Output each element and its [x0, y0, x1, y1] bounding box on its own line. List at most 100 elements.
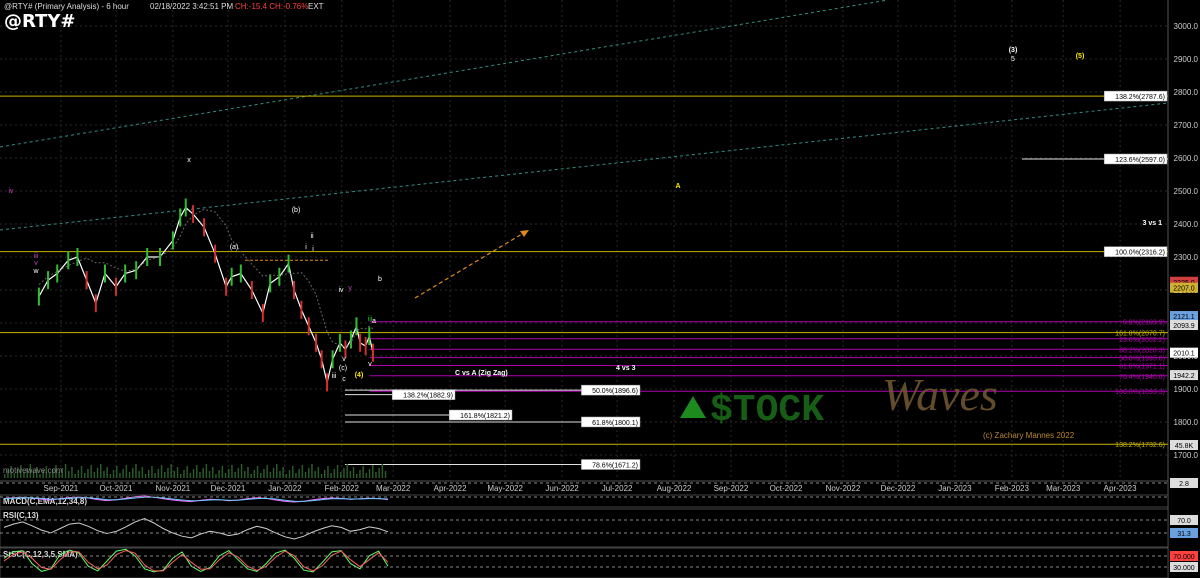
- volume-bar: [228, 469, 230, 478]
- volume-bar: [256, 466, 259, 478]
- volume-bar: [186, 466, 188, 478]
- volume-bar: [164, 472, 166, 478]
- volume-bar: [68, 471, 70, 478]
- header-datetime: 02/18/2022 3:42:51 PM: [150, 2, 234, 11]
- note-4-vs-3: 4 vs 3: [616, 365, 636, 372]
- volume-bar: [240, 464, 243, 478]
- volume-bar: [244, 471, 246, 478]
- volume-bar: [84, 473, 86, 478]
- volume-bar: [192, 469, 195, 478]
- x-tick-label: Mar-2023: [1046, 484, 1081, 493]
- header-session: EXT: [308, 2, 324, 11]
- volume-bar: [298, 469, 300, 478]
- wave-label: iii: [368, 316, 373, 323]
- x-tick-label: Dec-2022: [881, 484, 916, 493]
- volume-bar: [116, 466, 118, 478]
- volume-bar: [336, 465, 339, 478]
- volume-bar: [224, 473, 227, 478]
- x-tick-label: May-2022: [487, 484, 523, 493]
- fib-magenta-3-label: 50.0%(1995.0): [1119, 356, 1165, 363]
- fib-magenta-4-label: 61.8%(1971.1): [1119, 364, 1165, 371]
- volume-bar: [64, 464, 67, 478]
- wave-label: v: [368, 361, 372, 368]
- x-tick-label: Aug-2022: [657, 484, 692, 493]
- wave-label: (4): [355, 372, 364, 379]
- x-tick-label: Feb-2022: [325, 484, 360, 493]
- price-tag: 2010.1: [1173, 351, 1195, 358]
- note-c-vs-a: C vs A (Zig Zag): [455, 370, 508, 377]
- fib-magenta-6-label: 100.0%(1893.3): [1115, 389, 1165, 396]
- volume-bar: [304, 472, 307, 478]
- volume-bar: [368, 469, 371, 478]
- volume-bar: [170, 464, 172, 478]
- volume-bar: [90, 465, 92, 478]
- volume-bar: [333, 469, 336, 478]
- symbol-label: @RTY#: [4, 11, 75, 32]
- volume-bar: [77, 470, 80, 478]
- volume-bar: [173, 471, 176, 478]
- fib-magenta-0-label: 0.0%(2103.9): [1123, 320, 1165, 327]
- volume-bar: [96, 468, 99, 478]
- volume-bar: [212, 467, 214, 478]
- x-tick-label: Oct-2021: [100, 484, 133, 493]
- brand-copyright: (c) Zachary Mannes 2022: [983, 431, 1075, 440]
- fib-white-1618-label: 161.8%(1821.2): [460, 413, 510, 420]
- volume-bar: [272, 468, 275, 478]
- fib-magenta-2-label: 38.2%(2020.3): [1119, 347, 1165, 354]
- wave-label: c: [342, 376, 346, 383]
- fib-yellow-1382-top-label: 138.2%(2787.6): [1115, 94, 1165, 101]
- fib-magenta-1-label: 23.6%(2052.2): [1119, 337, 1165, 344]
- wave-label: w: [32, 268, 39, 275]
- brand-stock: $TOCK: [710, 389, 824, 432]
- wave-label: b: [378, 276, 382, 283]
- volume-bar: [349, 471, 352, 478]
- volume-bar: [327, 466, 329, 478]
- volume-bar: [144, 474, 147, 478]
- chart-canvas[interactable]: 1700.01800.01900.02000.02100.02200.02300…: [0, 0, 1200, 578]
- volume-bar: [231, 465, 233, 478]
- volume-bar: [266, 465, 268, 478]
- volume-bar: [340, 472, 342, 478]
- volume-bar: [125, 465, 128, 478]
- rsi-tag: 31.3: [1177, 531, 1191, 538]
- x-tick-label: Jan-2022: [268, 484, 302, 493]
- volume-bar: [285, 474, 288, 478]
- volume-bar: [189, 473, 192, 478]
- volume-bar: [71, 467, 73, 478]
- volume-bar: [384, 471, 387, 478]
- wave-label: ii: [310, 233, 314, 240]
- fib-white-618-label: 61.8%(1800.1): [592, 420, 638, 427]
- provider-watermark: motivewave.com: [3, 466, 63, 475]
- price-tag: 1942.2: [1173, 373, 1195, 380]
- y-tick-label: 1900.0: [1174, 385, 1199, 394]
- volume-bar: [343, 468, 345, 478]
- volume-bar: [247, 467, 249, 478]
- volume-bar: [103, 471, 105, 478]
- x-tick-label: Jul-2022: [602, 484, 633, 493]
- volume-bar: [365, 473, 368, 478]
- volume-bar: [208, 471, 211, 478]
- y-tick-label: 1700.0: [1174, 451, 1199, 460]
- price-tag: 2093.9: [1173, 323, 1195, 330]
- volume-bar: [263, 469, 265, 478]
- fib-white-50-label: 50.0%(1896.6): [592, 388, 638, 395]
- volume-tag: 45.8K: [1175, 443, 1194, 450]
- volume-bar: [356, 474, 358, 478]
- volume-bar: [157, 469, 160, 478]
- wave-label: iii: [332, 373, 337, 380]
- volume-bar: [317, 467, 320, 478]
- x-tick-label: Sep-2021: [44, 484, 79, 493]
- y-tick-label: 2400.0: [1174, 220, 1199, 229]
- rsi-tag: 70.0: [1177, 518, 1191, 525]
- volume-bar: [202, 468, 204, 478]
- fib-white-1236-label: 123.6%(2597.0): [1115, 157, 1165, 164]
- volume-bar: [138, 471, 140, 478]
- volume-bar: [100, 464, 102, 478]
- stoch-tag: 70.000: [1173, 554, 1195, 561]
- volume-bar: [196, 465, 198, 478]
- fib-yellow-1382-low-label: 138.2%(1732.6): [1115, 442, 1165, 449]
- wave-label: iv: [338, 287, 344, 294]
- volume-bar: [183, 470, 185, 478]
- volume-bar: [141, 467, 144, 478]
- wave-label: y: [348, 285, 352, 292]
